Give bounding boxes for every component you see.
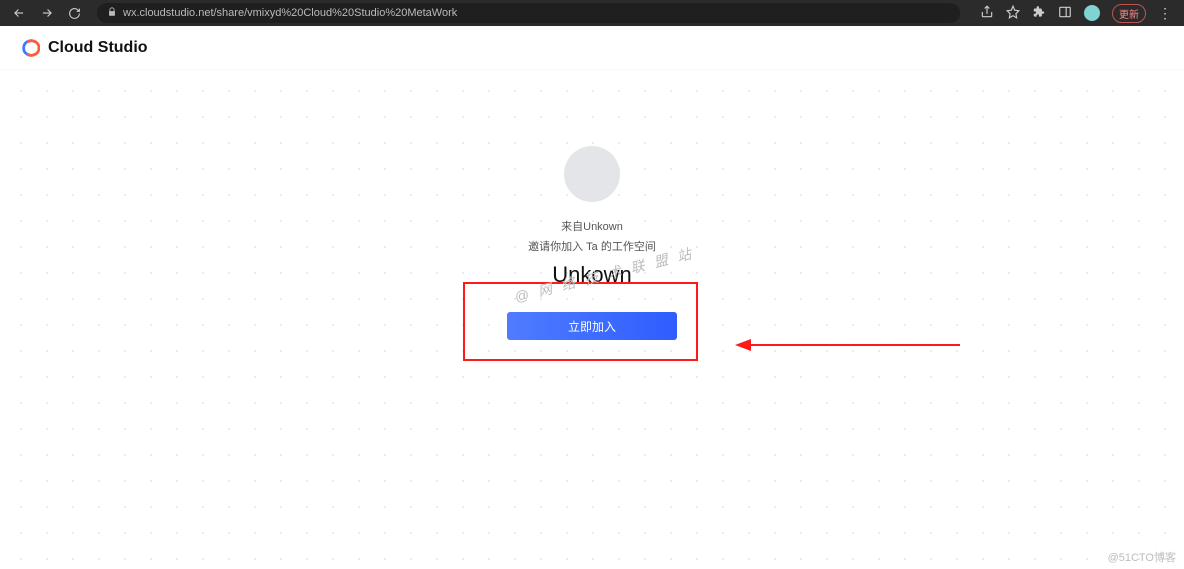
join-button[interactable]: 立即加入	[507, 312, 677, 340]
page-body: 来自Unkown 邀请你加入 Ta 的工作空间 Unkown 立即加入 @ 网 …	[0, 70, 1184, 569]
workspace-name: Unkown	[552, 262, 631, 288]
star-icon[interactable]	[1006, 5, 1020, 22]
url-bar[interactable]: wx.cloudstudio.net/share/vmixyd%20Cloud%…	[97, 3, 960, 23]
app-header: Cloud Studio	[0, 26, 1184, 70]
browser-bar: wx.cloudstudio.net/share/vmixyd%20Cloud%…	[0, 0, 1184, 26]
profile-avatar-icon[interactable]	[1084, 5, 1100, 21]
annotation-arrow-icon	[735, 335, 965, 355]
inviter-avatar	[564, 146, 620, 202]
extensions-icon[interactable]	[1032, 5, 1046, 22]
from-text: 来自Unkown	[561, 218, 623, 234]
panel-icon[interactable]	[1058, 5, 1072, 22]
update-button[interactable]: 更新	[1112, 4, 1146, 23]
forward-icon[interactable]	[40, 6, 54, 20]
brand-name: Cloud Studio	[48, 39, 148, 57]
browser-right-icons: 更新 ⋮	[980, 4, 1172, 23]
back-icon[interactable]	[12, 6, 26, 20]
watermark-bottom-right: @51CTO博客	[1108, 549, 1176, 565]
brand-logo-icon	[18, 37, 40, 59]
invite-card: 来自Unkown 邀请你加入 Ta 的工作空间 Unkown 立即加入	[507, 146, 677, 340]
nav-icons	[12, 6, 81, 20]
menu-icon[interactable]: ⋮	[1158, 6, 1172, 20]
invite-text: 邀请你加入 Ta 的工作空间	[528, 238, 656, 254]
reload-icon[interactable]	[68, 7, 81, 20]
lock-icon	[107, 7, 117, 20]
url-text: wx.cloudstudio.net/share/vmixyd%20Cloud%…	[123, 7, 457, 19]
share-icon[interactable]	[980, 5, 994, 22]
